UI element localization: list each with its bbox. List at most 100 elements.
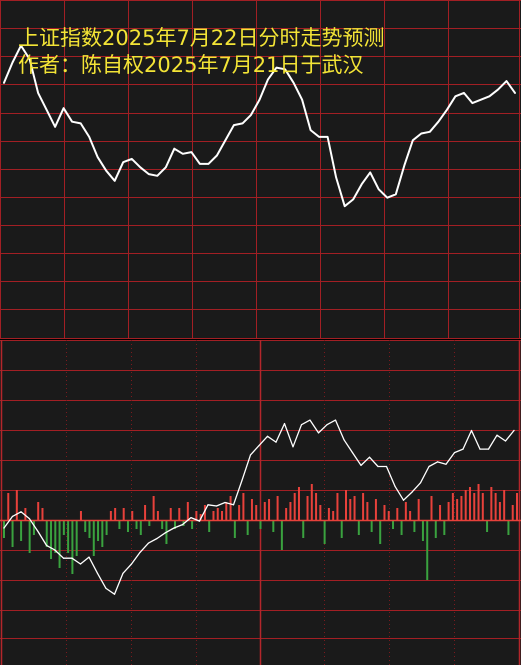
volume-bar-98 (421, 520, 424, 541)
forecast-line-point-43 (369, 171, 371, 173)
volume-bar-63 (272, 520, 275, 532)
forecast-line-point-48 (412, 139, 414, 141)
forecast-line-point-29 (250, 114, 252, 116)
intraday-line-point-1 (11, 515, 14, 518)
forecast-line-point-53 (454, 95, 456, 97)
volume-bar-101 (434, 520, 437, 538)
volume-bar-90 (387, 511, 390, 520)
volume-bar-76 (327, 508, 330, 520)
forecast-line-point-6 (54, 126, 56, 128)
volume-bar-33 (144, 505, 147, 520)
volume-bar-80 (345, 490, 347, 520)
forecast-line-point-26 (224, 139, 226, 141)
volume-bar-106 (456, 499, 459, 520)
chart-svg: 上证指数2025年7月22日分时走势预测作者：陈自权2025年7月21日于武汉 (0, 0, 521, 665)
intraday-line-point-5 (45, 544, 48, 547)
volume-bar-29 (126, 520, 129, 532)
forecast-line-point-7 (63, 107, 65, 109)
volume-bar-3 (15, 490, 18, 520)
volume-bar-111 (477, 484, 480, 520)
intraday-line-point-41 (351, 452, 354, 454)
intraday-line-point-50 (428, 465, 430, 468)
intraday-line-point-44 (377, 465, 379, 468)
volume-bar-96 (413, 520, 416, 532)
volume-bar-82 (353, 496, 356, 520)
intraday-line-point-38 (326, 424, 328, 426)
volume-bar-20 (88, 520, 91, 538)
volume-bar-59 (255, 505, 258, 520)
intraday-line-point-0 (3, 527, 5, 529)
forecast-line-point-28 (241, 122, 244, 124)
forecast-line-point-40 (344, 205, 346, 207)
forecast-line-point-13 (114, 180, 116, 182)
volume-bar-16 (71, 520, 74, 574)
intraday-line-point-13 (113, 593, 116, 595)
volume-bar-27 (118, 520, 121, 529)
volume-bar-79 (340, 520, 343, 538)
forecast-line-point-45 (386, 197, 388, 199)
intraday-line-point-39 (334, 419, 337, 421)
volume-bar-48 (208, 520, 211, 532)
forecast-line-point-8 (71, 121, 73, 123)
volume-bar-117 (503, 490, 506, 520)
volume-bar-56 (242, 493, 245, 520)
volume-bar-100 (430, 496, 433, 520)
intraday-line-point-25 (215, 505, 218, 507)
volume-bar-41 (178, 508, 181, 520)
intraday-line-point-45 (385, 465, 388, 468)
volume-bar-107 (460, 496, 463, 520)
forecast-line-point-46 (395, 193, 397, 195)
volume-bar-45 (195, 511, 198, 520)
volume-bar-35 (152, 496, 155, 520)
intraday-line-point-19 (164, 532, 167, 534)
intraday-line-point-56 (479, 448, 481, 450)
intraday-line-point-37 (317, 432, 320, 434)
intraday-line-point-16 (139, 551, 141, 554)
intraday-line-point-10 (88, 556, 90, 558)
forecast-line-point-38 (327, 136, 329, 138)
intraday-line-point-12 (105, 587, 107, 590)
intraday-line-point-49 (419, 482, 422, 484)
volume-bar-102 (439, 505, 442, 520)
volume-bar-58 (250, 499, 253, 520)
forecast-line-point-36 (310, 129, 312, 131)
forecast-line-point-58 (497, 89, 499, 91)
volume-bar-26 (114, 508, 117, 520)
forecast-line-point-54 (463, 92, 465, 94)
intraday-line-point-47 (402, 499, 405, 501)
volume-bar-19 (84, 520, 87, 532)
volume-bar-110 (473, 493, 476, 520)
intraday-line-point-24 (207, 504, 209, 506)
volume-bar-67 (289, 502, 292, 520)
forecast-line-point-10 (88, 136, 90, 138)
volume-bar-11 (50, 520, 53, 559)
volume-bar-83 (357, 520, 360, 535)
volume-bar-68 (293, 493, 296, 520)
intraday-line-point-33 (283, 423, 286, 425)
volume-bar-94 (404, 502, 407, 520)
volume-bar-23 (101, 520, 104, 547)
volume-bar-95 (409, 511, 412, 520)
intraday-line-point-55 (470, 429, 473, 432)
volume-bar-61 (263, 502, 266, 520)
forecast-line-point-31 (267, 78, 269, 80)
volume-bar-114 (490, 487, 493, 520)
forecast-line-point-23 (199, 163, 201, 165)
forecast-line-point-12 (105, 170, 107, 172)
forecast-line-point-25 (216, 154, 218, 157)
volume-bar-75 (323, 520, 326, 544)
volume-bar-109 (468, 487, 471, 520)
intraday-line-point-28 (241, 479, 243, 481)
forecast-line-point-18 (156, 175, 158, 177)
volume-bar-116 (498, 502, 501, 520)
volume-bar-71 (306, 496, 309, 520)
forecast-line-point-34 (293, 82, 295, 84)
forecast-line-point-59 (505, 80, 508, 82)
forecast-line-point-5 (46, 109, 48, 111)
volume-bar-10 (45, 520, 48, 547)
intraday-line-point-48 (411, 491, 413, 493)
volume-bar-97 (417, 499, 420, 520)
forecast-line-point-20 (173, 148, 175, 150)
volume-bar-65 (280, 520, 283, 550)
intraday-line-point-32 (275, 441, 277, 443)
